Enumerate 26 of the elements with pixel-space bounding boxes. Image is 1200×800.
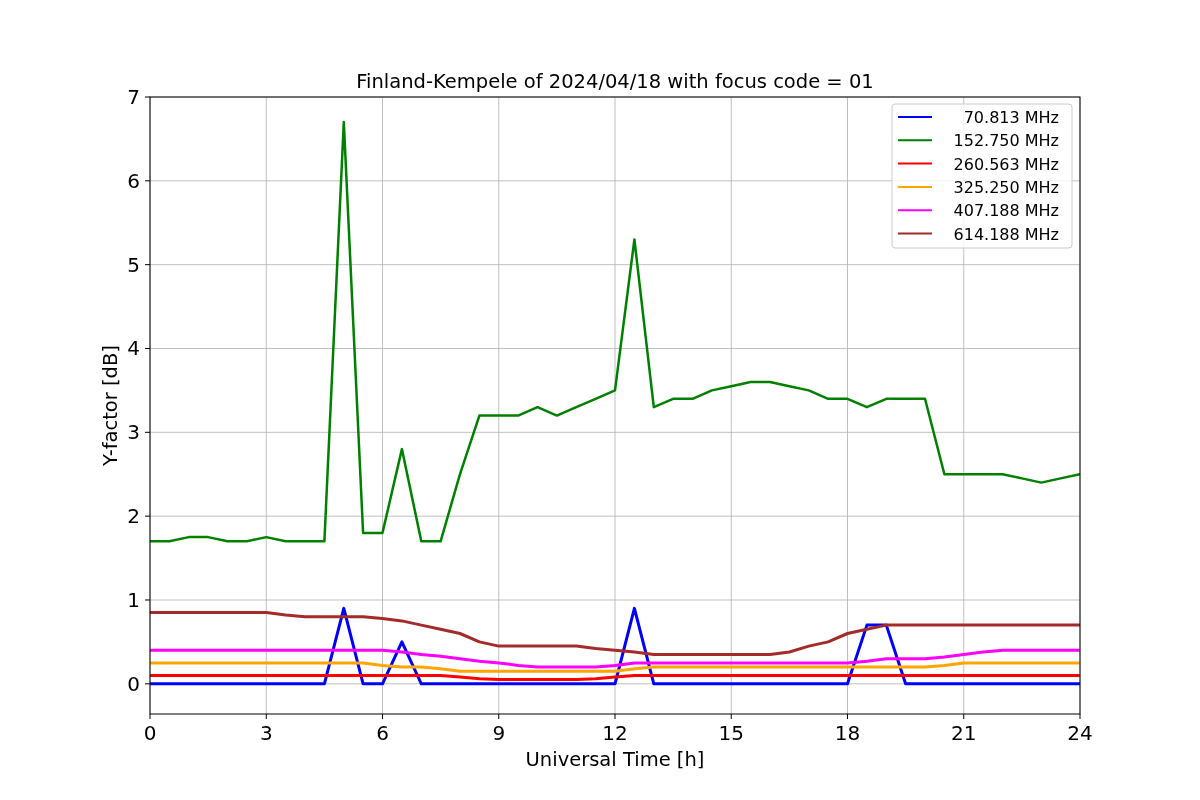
legend-label: 325.250 MHz [953,177,1059,197]
y-axis-label: Y-factor [dB] [99,345,122,466]
x-tick-label: 18 [834,721,861,745]
x-tick-label: 9 [492,721,506,745]
y-tick-label: 7 [127,85,140,109]
x-tick-label: 15 [718,721,744,745]
legend-label: 614.188 MHz [953,224,1059,244]
legend-label: 407.188 MHz [953,201,1059,221]
x-tick-label: 24 [1067,721,1093,745]
x-tick-label: 6 [376,721,389,745]
legend-label: 152.750 MHz [953,131,1059,151]
legend-label: 260.563 MHz [953,154,1059,174]
x-axis-label: Universal Time [h] [525,748,705,771]
y-tick-label: 0 [127,671,140,696]
y-tick-label: 5 [127,252,140,277]
chart-title: Finland-Kempele of 2024/04/18 with focus code = 01 [356,70,874,93]
x-tick-label: 0 [143,721,157,745]
legend-label: 70.813 MHz [963,108,1059,127]
x-tick-label: 21 [951,721,977,745]
y-tick-label: 3 [127,420,140,445]
y-tick-label: 6 [127,168,140,193]
x-tick-label: 12 [602,721,628,745]
x-tick-label: 3 [259,721,273,745]
y-tick-label: 1 [127,588,140,612]
y-tick-label: 2 [127,504,140,529]
y-tick-label: 4 [127,336,140,361]
